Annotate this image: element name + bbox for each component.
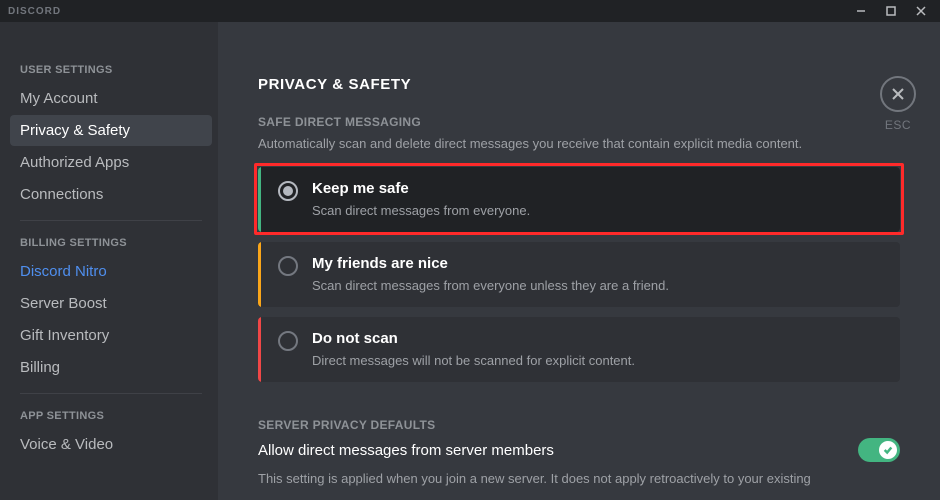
radio-icon [278, 331, 298, 351]
sidebar-item-server-boost[interactable]: Server Boost [10, 288, 212, 319]
option-subtitle: Scan direct messages from everyone. [312, 203, 530, 218]
section-header-sdm: SAFE DIRECT MESSAGING [258, 115, 900, 129]
section-desc-sdm: Automatically scan and delete direct mes… [258, 135, 900, 153]
radio-icon [278, 181, 298, 201]
accent-bar [258, 317, 261, 382]
sidebar-item-voice-video[interactable]: Voice & Video [10, 429, 212, 460]
sidebar-item-privacy-safety[interactable]: Privacy & Safety [10, 115, 212, 146]
allow-dm-desc: This setting is applied when you join a … [258, 470, 900, 488]
option-title: My friends are nice [312, 254, 669, 274]
divider [20, 220, 202, 221]
option-subtitle: Scan direct messages from everyone unles… [312, 278, 669, 293]
sidebar-header-app: APP SETTINGS [10, 404, 212, 428]
section-header-server-privacy: SERVER PRIVACY DEFAULTS [258, 418, 900, 432]
window-controls [848, 0, 940, 22]
option-title: Keep me safe [312, 179, 530, 199]
sidebar-item-my-account[interactable]: My Account [10, 83, 212, 114]
option-friends-nice[interactable]: My friends are nice Scan direct messages… [258, 242, 900, 307]
divider [20, 393, 202, 394]
allow-dm-toggle[interactable] [858, 438, 900, 462]
allow-dm-title: Allow direct messages from server member… [258, 442, 554, 459]
check-icon [879, 441, 897, 459]
sidebar-item-connections[interactable]: Connections [10, 179, 212, 210]
titlebar: DISCORD [0, 0, 940, 22]
close-icon [880, 76, 916, 112]
option-title: Do not scan [312, 329, 635, 349]
close-button[interactable] [908, 0, 934, 22]
settings-sidebar: USER SETTINGS My Account Privacy & Safet… [0, 22, 218, 500]
sidebar-header-user: USER SETTINGS [10, 58, 212, 82]
sidebar-item-authorized-apps[interactable]: Authorized Apps [10, 147, 212, 178]
minimize-button[interactable] [848, 0, 874, 22]
option-do-not-scan[interactable]: Do not scan Direct messages will not be … [258, 317, 900, 382]
maximize-button[interactable] [878, 0, 904, 22]
close-settings-button[interactable]: ESC [880, 76, 916, 132]
option-keep-me-safe[interactable]: Keep me safe Scan direct messages from e… [258, 167, 900, 232]
esc-label: ESC [885, 118, 911, 132]
accent-bar [258, 242, 261, 307]
sidebar-header-billing: BILLING SETTINGS [10, 231, 212, 255]
radio-icon [278, 256, 298, 276]
sidebar-item-billing[interactable]: Billing [10, 352, 212, 383]
app-logo: DISCORD [8, 6, 61, 17]
accent-bar [258, 167, 261, 232]
page-title: PRIVACY & SAFETY [258, 76, 900, 93]
sidebar-item-gift-inventory[interactable]: Gift Inventory [10, 320, 212, 351]
settings-content: ESC PRIVACY & SAFETY SAFE DIRECT MESSAGI… [218, 22, 940, 500]
sidebar-item-discord-nitro[interactable]: Discord Nitro [10, 256, 212, 287]
option-subtitle: Direct messages will not be scanned for … [312, 353, 635, 368]
